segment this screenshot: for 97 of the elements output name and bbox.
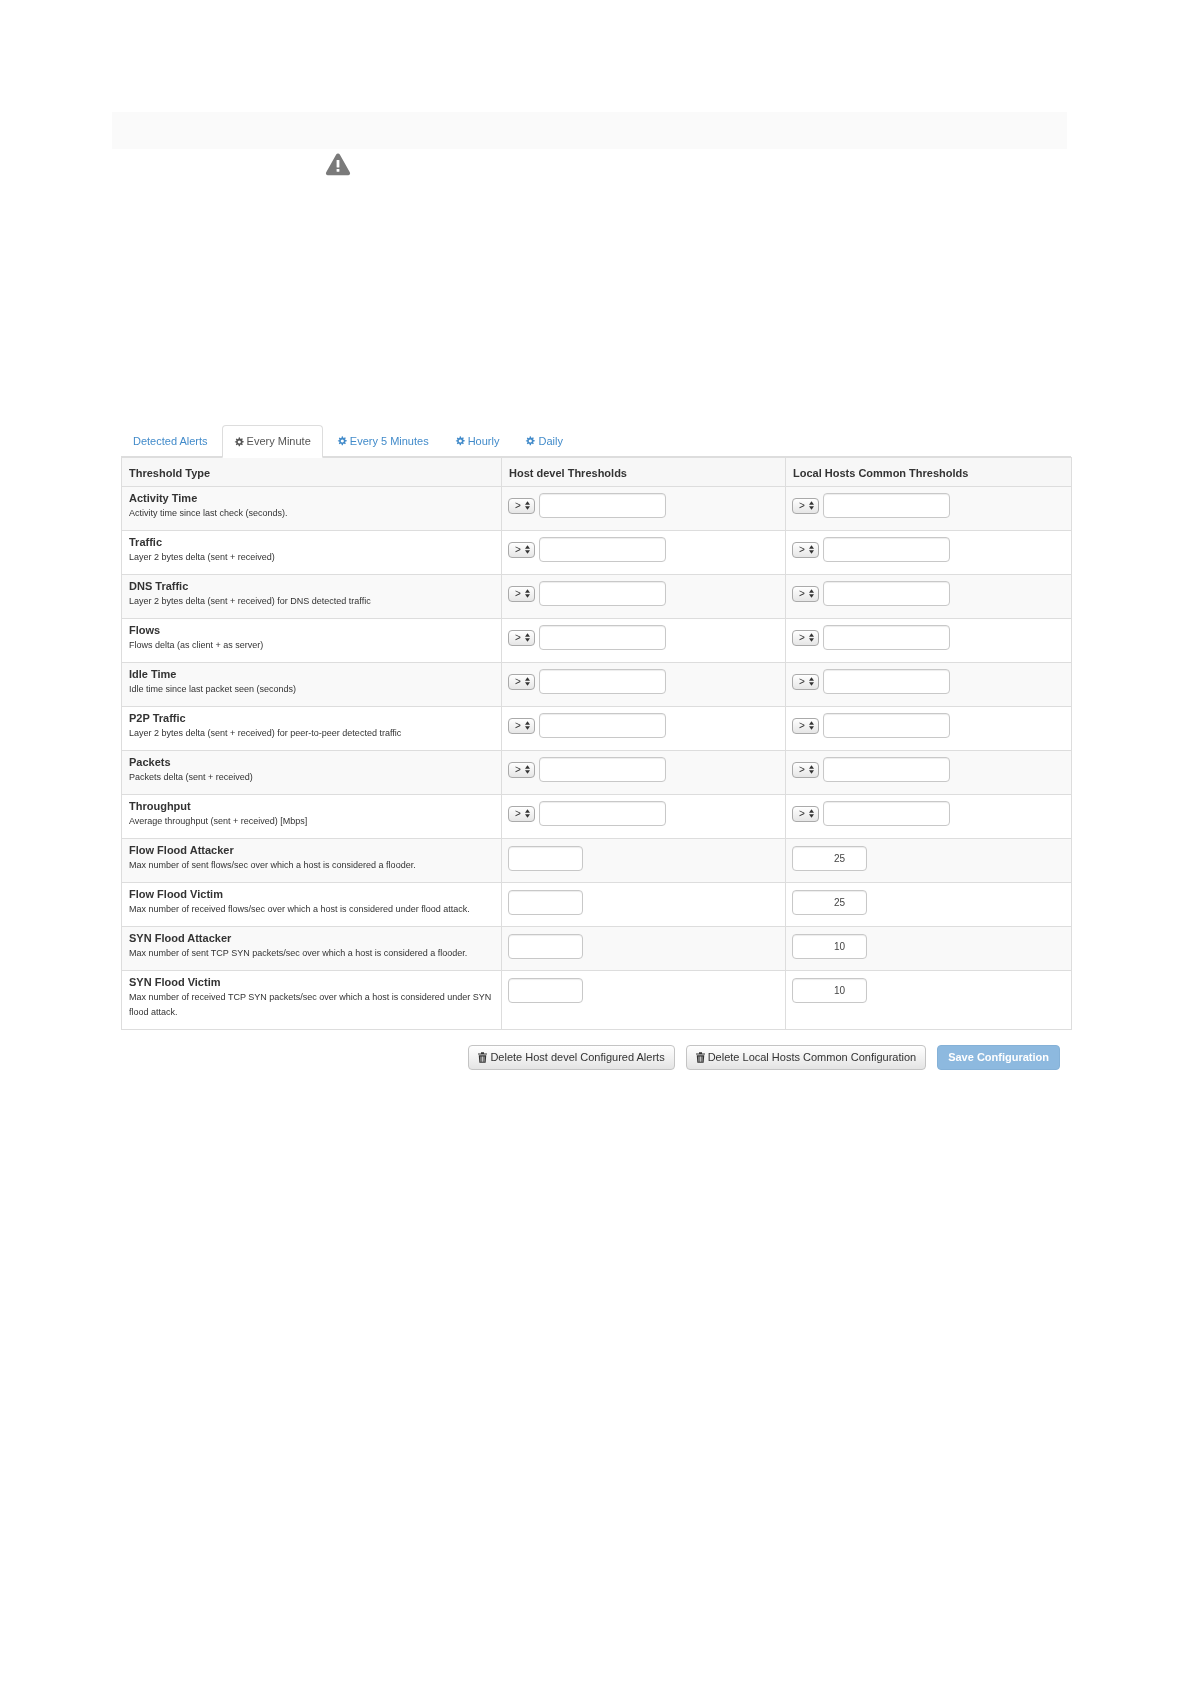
- tab[interactable]: Hourly: [442, 425, 512, 457]
- operator-select[interactable]: >: [792, 629, 819, 646]
- up-down-arrows-icon: [808, 809, 814, 818]
- threshold-name: Idle Time: [129, 667, 178, 682]
- up-down-arrows-icon: [808, 545, 814, 554]
- column-header: Threshold Type: [129, 467, 211, 479]
- up-down-arrows-icon: [524, 545, 530, 554]
- tab[interactable]: Every 5 Minutes: [324, 425, 441, 457]
- threshold-name: Flow Flood Attacker: [129, 843, 235, 858]
- up-down-arrows-icon: [524, 589, 530, 598]
- threshold-name: Throughput: [129, 799, 192, 814]
- delete-button[interactable]: Delete Host devel Configured Alerts: [468, 1045, 675, 1070]
- threshold-input[interactable]: [823, 801, 950, 826]
- gear-icon: [233, 436, 244, 447]
- column-header: Local Hosts Common Thresholds: [793, 467, 969, 479]
- operator-select[interactable]: >: [508, 497, 535, 514]
- threshold-input[interactable]: [539, 669, 666, 694]
- column-header: Host devel Thresholds: [509, 467, 627, 479]
- threshold-input[interactable]: [823, 493, 950, 518]
- up-down-arrows-icon: [524, 633, 530, 642]
- trash-icon: [478, 1052, 488, 1063]
- up-down-arrows-icon: [524, 721, 530, 730]
- threshold-input[interactable]: [539, 581, 666, 606]
- up-down-arrows-icon: [524, 809, 530, 818]
- threshold-description: Max number of sent flows/sec over which a host is considered a flooder.: [129, 859, 417, 872]
- threshold-name: Flow Flood Victim: [129, 887, 224, 902]
- threshold-input[interactable]: [508, 846, 583, 871]
- up-down-arrows-icon: [524, 501, 530, 510]
- up-down-arrows-icon: [524, 677, 530, 686]
- threshold-input[interactable]: [823, 581, 950, 606]
- threshold-name: SYN Flood Victim: [129, 975, 222, 990]
- operator-select[interactable]: >: [792, 541, 819, 558]
- threshold-input[interactable]: [539, 493, 666, 518]
- up-down-arrows-icon: [808, 633, 814, 642]
- threshold-input[interactable]: [823, 757, 950, 782]
- gear-icon: [454, 436, 465, 446]
- up-down-arrows-icon: [524, 765, 530, 774]
- operator-select[interactable]: >: [792, 585, 819, 602]
- threshold-input[interactable]: [823, 669, 950, 694]
- tab[interactable]: Daily: [513, 425, 575, 457]
- operator-select[interactable]: >: [508, 805, 535, 822]
- threshold-input[interactable]: [823, 713, 950, 738]
- threshold-input[interactable]: 25: [792, 846, 867, 871]
- operator-select[interactable]: >: [508, 761, 535, 778]
- operator-select[interactable]: >: [792, 497, 819, 514]
- threshold-input[interactable]: [539, 625, 666, 650]
- threshold-name: Activity Time: [129, 491, 199, 506]
- operator-select[interactable]: >: [508, 629, 535, 646]
- up-down-arrows-icon: [808, 589, 814, 598]
- threshold-name: DNS Traffic: [129, 579, 190, 594]
- tab[interactable]: Every Minute: [221, 425, 323, 458]
- threshold-input[interactable]: 10: [792, 934, 867, 959]
- threshold-input[interactable]: [539, 757, 666, 782]
- threshold-input[interactable]: [539, 713, 666, 738]
- up-down-arrows-icon: [808, 721, 814, 730]
- warning-icon: [325, 152, 351, 176]
- threshold-name: Traffic: [129, 535, 163, 550]
- threshold-name: P2P Traffic: [129, 711, 187, 726]
- up-down-arrows-icon: [808, 677, 814, 686]
- threshold-input[interactable]: [508, 978, 583, 1003]
- gear-icon: [525, 436, 536, 446]
- threshold-name: SYN Flood Attacker: [129, 931, 233, 946]
- threshold-description: Packets delta (sent + received): [129, 771, 254, 784]
- threshold-description: Layer 2 bytes delta (sent + received): [129, 551, 276, 564]
- threshold-input[interactable]: [508, 934, 583, 959]
- threshold-description: Max number of received TCP SYN packets/sec over which a host is considered under SYN flood attack.: [129, 991, 493, 1019]
- operator-select[interactable]: >: [508, 673, 535, 690]
- operator-select[interactable]: >: [508, 717, 535, 734]
- operator-select[interactable]: >: [508, 585, 535, 602]
- operator-select[interactable]: >: [792, 717, 819, 734]
- tab[interactable]: Detected Alerts: [121, 425, 220, 457]
- delete-button[interactable]: Delete Local Hosts Common Configuration: [685, 1045, 927, 1070]
- threshold-description: Max number of sent TCP SYN packets/sec over which a host is considered a flooder.: [129, 947, 469, 960]
- operator-select[interactable]: >: [792, 673, 819, 690]
- operator-select[interactable]: >: [792, 761, 819, 778]
- operator-select[interactable]: >: [508, 541, 535, 558]
- threshold-description: Max number of received flows/sec over which a host is considered under flood attack.: [129, 903, 471, 916]
- threshold-name: Flows: [129, 623, 162, 638]
- threshold-description: Average throughput (sent + received) [Mbps]: [129, 815, 309, 828]
- threshold-description: Layer 2 bytes delta (sent + received) for peer-to-peer detected traffic: [129, 727, 403, 740]
- up-down-arrows-icon: [808, 501, 814, 510]
- gear-icon: [336, 436, 347, 446]
- threshold-input[interactable]: 25: [792, 890, 867, 915]
- operator-select[interactable]: >: [792, 805, 819, 822]
- threshold-input[interactable]: [508, 890, 583, 915]
- threshold-description: Activity time since last check (seconds).: [129, 507, 289, 520]
- threshold-input[interactable]: [823, 537, 950, 562]
- threshold-input[interactable]: 10: [792, 978, 867, 1003]
- threshold-description: Idle time since last packet seen (seconds): [129, 683, 298, 696]
- up-down-arrows-icon: [808, 765, 814, 774]
- trash-icon: [695, 1052, 705, 1063]
- threshold-input[interactable]: [823, 625, 950, 650]
- threshold-description: Flows delta (as client + as server): [129, 639, 265, 652]
- threshold-input[interactable]: [539, 801, 666, 826]
- threshold-input[interactable]: [539, 537, 666, 562]
- threshold-name: Packets: [129, 755, 172, 770]
- threshold-description: Layer 2 bytes delta (sent + received) for DNS detected traffic: [129, 595, 372, 608]
